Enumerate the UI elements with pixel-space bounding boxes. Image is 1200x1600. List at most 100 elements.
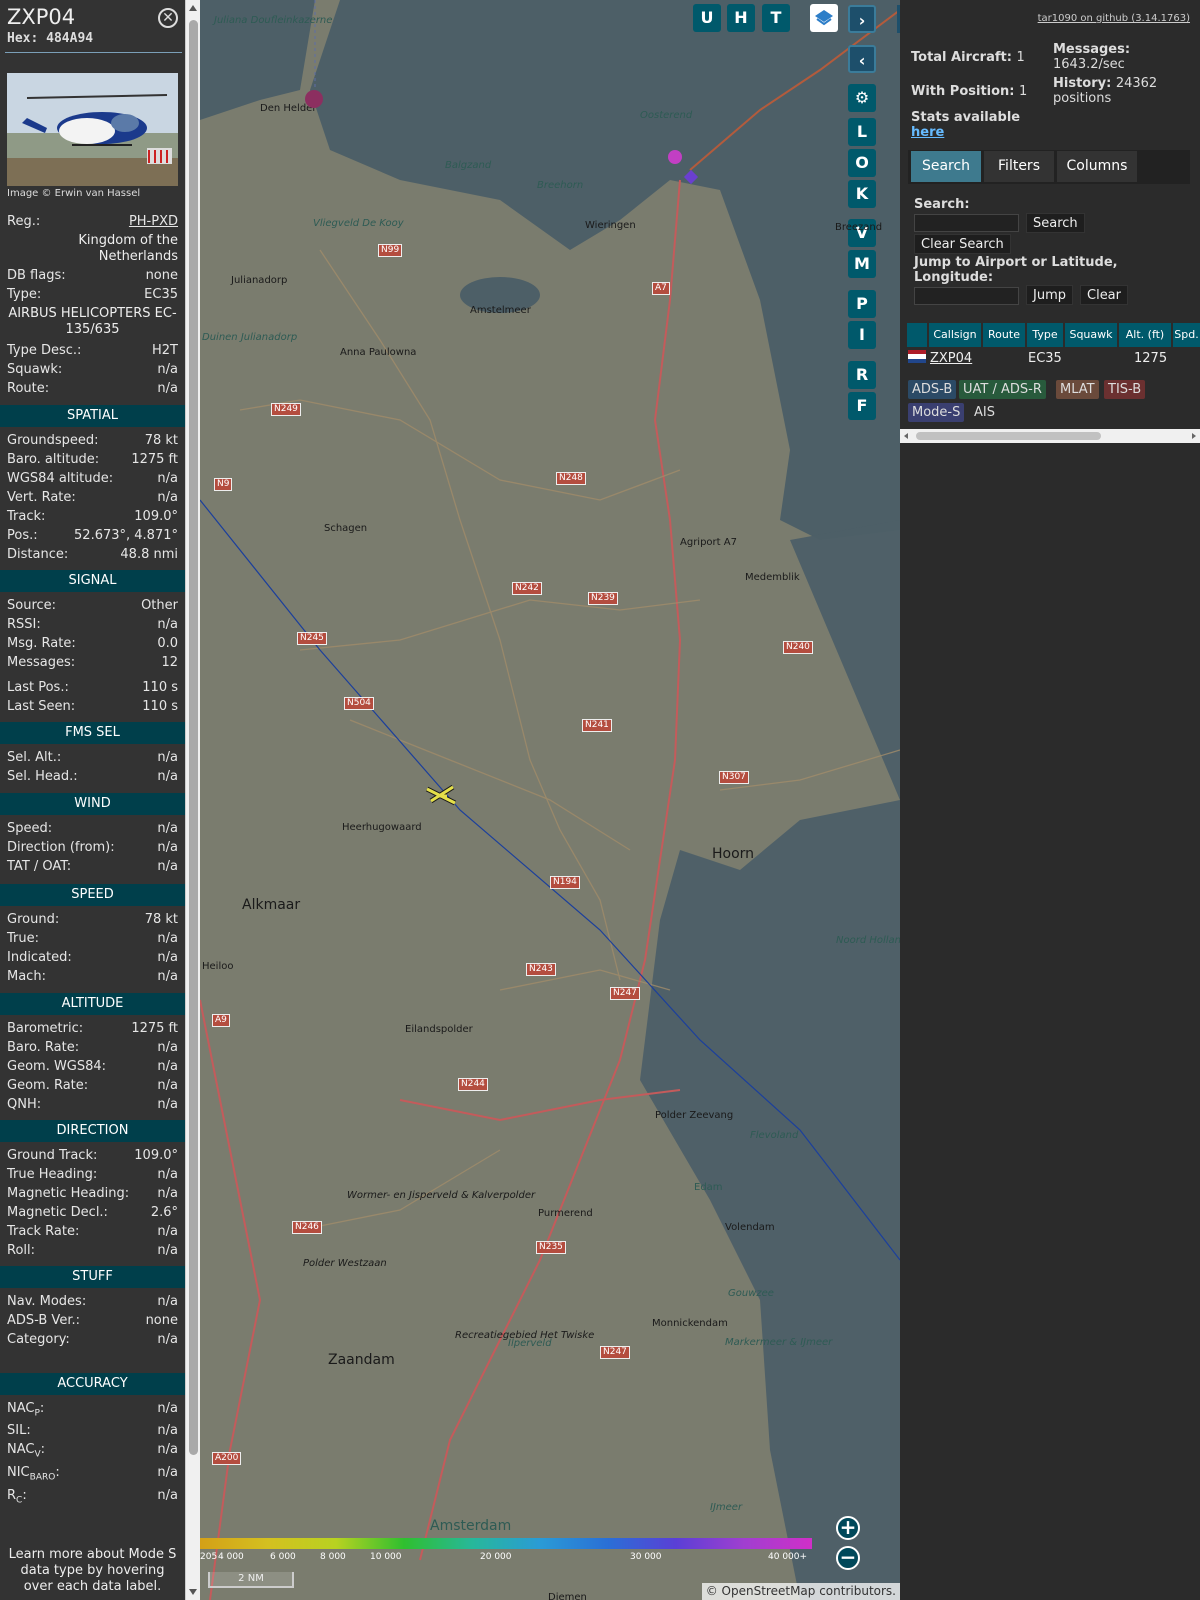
map-place-label: Gouwzee [728,1288,774,1299]
settings-gear-icon[interactable]: ⚙ [848,84,876,112]
map-button-i[interactable]: I [848,321,876,349]
map-place-label: IJmeer [710,1502,743,1513]
aircraft-marker-icon[interactable] [668,150,682,164]
map-place-label: Polder Zeevang [655,1110,734,1121]
zoom-in-icon[interactable]: + [836,1516,860,1540]
collapse-left-icon[interactable]: ‹ [848,45,876,73]
jump-input[interactable] [914,287,1019,305]
map-button-k[interactable]: K [848,180,876,208]
map-place-label: Monnickendam [652,1318,728,1329]
tab-search[interactable]: Search [911,151,981,182]
altitude-tick-label: 4 000 [218,1552,244,1562]
clear-button[interactable]: Clear [1080,285,1128,305]
jump-label: Jump to Airport or Latitude, Longitude: [914,255,1118,285]
stats-label: Stats available [911,110,1021,125]
map-place-label: Ilperveld [508,1338,552,1349]
search-label: Search: [914,197,970,212]
table-row-altitude: 1275 [1134,351,1168,366]
scrollbar-thumb[interactable] [189,20,198,1455]
map-place-label: Alkmaar [242,897,301,913]
map-place-label: Wormer- en Jisperveld & Kalverpolder [347,1190,536,1201]
map-place-label: Oosterend [640,110,693,121]
map-button-h[interactable]: H [727,4,755,32]
road-shield: N241 [582,719,612,732]
zoom-out-icon[interactable]: − [836,1546,860,1570]
section-header-direction: DIRECTION [0,1120,185,1142]
tab-filters[interactable]: Filters [984,151,1054,182]
aircraft-marker-icon[interactable] [305,90,323,108]
aircraft-callsign: ZXP04 [7,5,76,29]
road-shield: N239 [588,592,618,605]
map-button-p[interactable]: P [848,290,876,318]
close-icon[interactable]: ✕ [158,8,178,28]
search-input[interactable] [914,214,1019,232]
column-type[interactable]: Type [1027,323,1063,347]
aircraft-list-panel: tar1090 on github (3.14.1763) Total Airc… [900,0,1200,1600]
history: History: 24362 positions [1053,76,1158,106]
map-place-label: Edam [694,1182,723,1193]
sidebar-scrollbar[interactable] [185,0,200,1600]
footer-note: Learn more about Mode S data type by hov… [8,1547,177,1594]
tab-columns[interactable]: Columns [1057,151,1137,182]
registration-link[interactable]: PH-PXD [129,214,178,230]
altitude-tick-label: 6 000 [270,1552,296,1562]
table-row-type: EC35 [1028,351,1062,366]
map-button-o[interactable]: O [848,149,876,177]
map-place-label: Noord Holland [836,935,900,946]
map-button-r[interactable]: R [848,361,876,389]
map-button-u[interactable]: U [693,4,721,32]
column-squawk[interactable]: Squawk [1065,323,1117,347]
road-shield: N504 [344,697,374,710]
section-header-speed: SPEED [0,884,185,906]
column-route[interactable]: Route [983,323,1025,347]
clear-search-button[interactable]: Clear Search [914,234,1011,254]
road-shield: N249 [271,403,301,416]
road-shield: N99 [378,244,403,257]
scroll-left-arrow-icon[interactable] [904,433,908,439]
column-altitude[interactable]: Alt. (ft) [1119,323,1171,347]
table-horizontal-scrollbar[interactable] [900,429,1200,443]
flag-column-header [907,323,927,347]
scroll-up-arrow-icon[interactable] [189,5,197,11]
divider [5,52,182,53]
github-link[interactable]: tar1090 on github (3.14.1763) [1038,13,1190,24]
country: Kingdom of the Netherlands [78,233,178,264]
stats-here-link[interactable]: here [911,125,944,140]
toggle-sidebar-icon[interactable]: ◂▸ [897,5,900,33]
column-speed[interactable]: Spd. [1173,323,1200,347]
column-callsign[interactable]: Callsign [929,323,981,347]
expand-right-icon[interactable]: › [848,5,876,33]
map-place-label: Anna Paulowna [340,347,417,358]
altitude-tick-label: 20 000 [480,1552,512,1562]
map-button-l[interactable]: L [848,118,876,146]
selected-aircraft-icon[interactable] [425,783,459,813]
search-button[interactable]: Search [1026,213,1085,233]
scroll-down-arrow-icon[interactable] [189,1589,197,1595]
map-place-label: Balgzand [445,160,492,171]
road-shield: N243 [526,963,556,976]
map-button-t[interactable]: T [762,4,790,32]
jump-button[interactable]: Jump [1026,285,1073,305]
section-header-spatial: SPATIAL [0,405,185,427]
scrollbar-thumb[interactable] [916,432,1101,440]
map-button-f[interactable]: F [848,392,876,420]
scale-bar: 2 NM [208,1572,294,1588]
section-header-wind: WIND [0,793,185,815]
map-view[interactable]: U H T › ‹ ⚙ L O K V M P I R F ◂▸ Den Hel… [200,0,900,1600]
road-shield: N307 [719,771,749,784]
layers-icon[interactable] [810,4,838,32]
road-shield: N242 [512,582,542,595]
scroll-right-arrow-icon[interactable] [1192,433,1196,439]
map-place-label: Markermeer & IJmeer [725,1337,833,1348]
aircraft-photo[interactable] [7,73,178,186]
table-row-callsign[interactable]: ZXP04 [930,349,972,369]
map-place-label: Volendam [725,1222,775,1233]
road-shield: N235 [536,1241,566,1254]
road-shield: N247 [600,1346,630,1359]
altitude-tick-label: 30 000 [630,1552,662,1562]
legend-adsb: ADS-B [908,380,957,399]
map-place-label: Duinen Julianadorp [202,332,298,343]
altitude-tick-label: 10 000 [370,1552,402,1562]
photo-credit: Image © Erwin van Hassel [7,188,141,199]
map-button-m[interactable]: M [848,250,876,278]
